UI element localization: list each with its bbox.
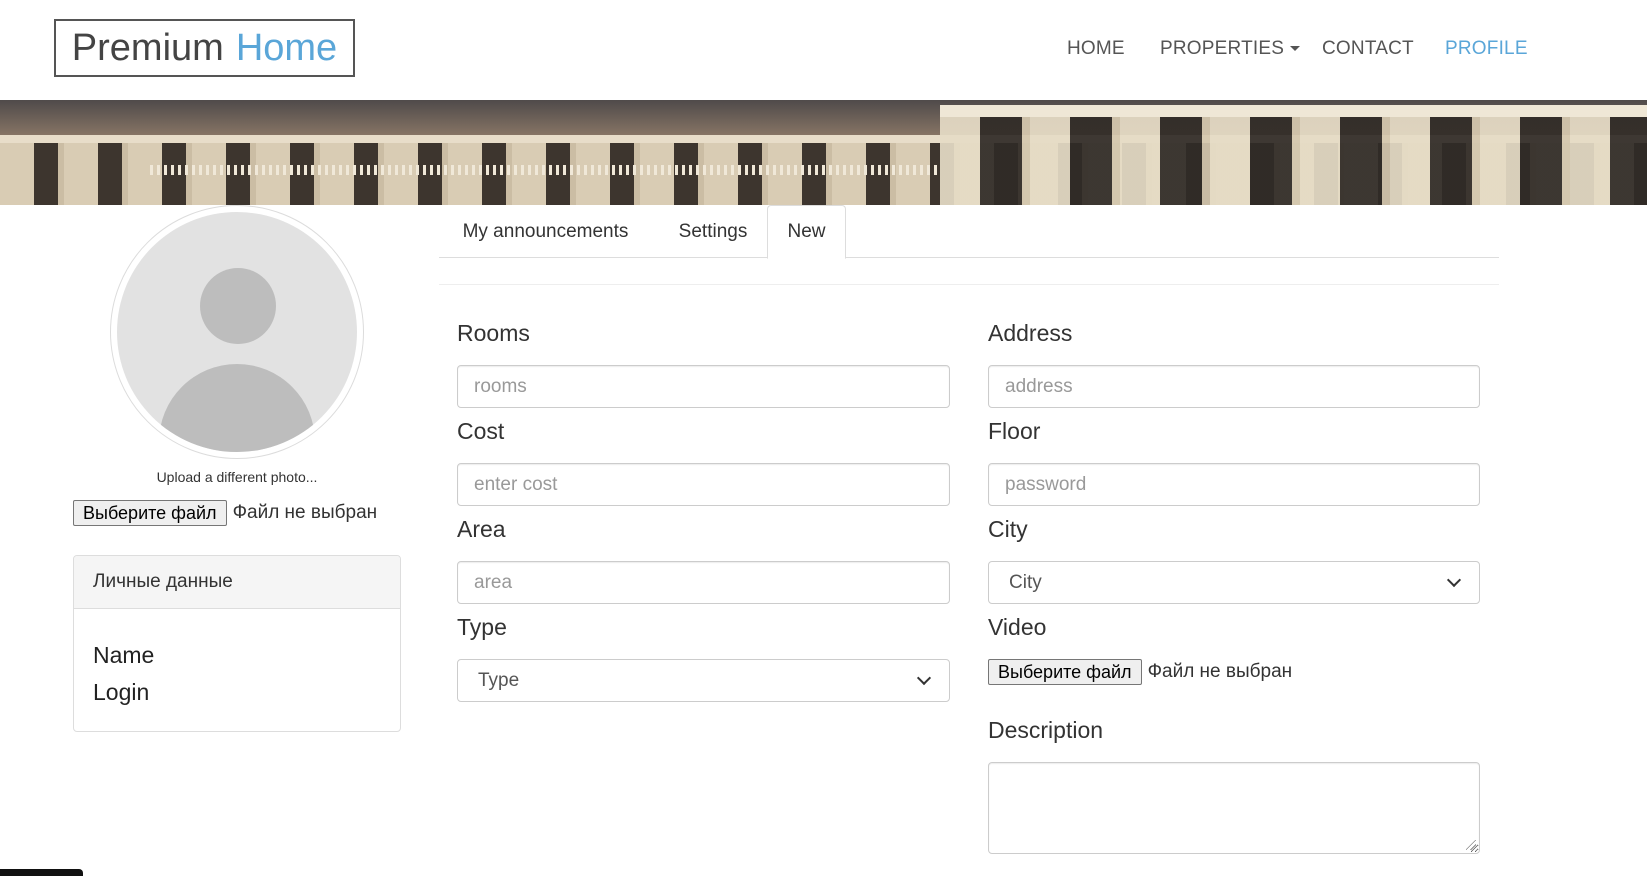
- tab-my-announcements[interactable]: My announcements: [439, 205, 652, 258]
- tab-new-label: New: [787, 221, 826, 242]
- tab-new[interactable]: New: [767, 205, 846, 259]
- chevron-down-icon: [916, 670, 932, 686]
- type-select-value: Type: [478, 669, 520, 691]
- address-input[interactable]: [988, 365, 1480, 408]
- chevron-down-icon: [1446, 572, 1462, 588]
- nav-contact-label: CONTACT: [1322, 38, 1414, 59]
- city-select[interactable]: City: [988, 561, 1480, 604]
- nav-contact[interactable]: CONTACT: [1322, 38, 1414, 60]
- personal-data-body: Name Login: [74, 609, 400, 711]
- type-label: Type: [457, 614, 507, 640]
- personal-data-title: Личные данные: [74, 556, 400, 609]
- user-silhouette-icon: [117, 212, 357, 452]
- personal-data-panel: Личные данные Name Login: [73, 555, 401, 732]
- video-choose-file-button[interactable]: Выберите файл: [988, 659, 1142, 685]
- video-file-status: Файл не выбран: [1147, 661, 1293, 682]
- main-nav: HOME PROPERTIES CONTACT PROFILE: [0, 38, 1647, 64]
- hero-banner-image: [0, 100, 1647, 205]
- tab-my-announcements-label: My announcements: [462, 220, 629, 242]
- cost-label: Cost: [457, 418, 505, 444]
- profile-avatar: [110, 205, 364, 459]
- banner-balustrade: [150, 165, 940, 175]
- nav-profile-label: PROFILE: [1445, 38, 1528, 59]
- nav-home-label: HOME: [1067, 38, 1125, 59]
- upload-photo-caption: Upload a different photo...: [156, 469, 318, 485]
- description-label: Description: [988, 717, 1104, 743]
- photo-choose-file-button[interactable]: Выберите файл: [73, 500, 227, 526]
- banner-facade-front: [940, 105, 1647, 205]
- avatar-head: [200, 268, 276, 344]
- cost-input[interactable]: [457, 463, 950, 506]
- banner-ledge: [940, 105, 1647, 117]
- area-label: Area: [457, 516, 506, 542]
- address-label: Address: [988, 320, 1073, 346]
- personal-data-name: Name: [93, 642, 155, 668]
- nav-home[interactable]: HOME: [1067, 38, 1125, 60]
- resize-grip-icon[interactable]: [1466, 840, 1476, 850]
- nav-profile[interactable]: PROFILE: [1445, 38, 1528, 60]
- form-divider: [439, 284, 1499, 285]
- corner-widget[interactable]: [0, 869, 83, 876]
- photo-file-status: Файл не выбран: [232, 502, 378, 523]
- personal-data-login: Login: [93, 679, 150, 705]
- photo-file-input: Выберите файл Файл не выбран: [73, 500, 377, 526]
- floor-input[interactable]: [988, 463, 1480, 506]
- city-select-value: City: [1009, 571, 1042, 593]
- tab-settings[interactable]: Settings: [652, 205, 774, 258]
- tab-settings-label: Settings: [678, 220, 748, 242]
- nav-properties[interactable]: PROPERTIES: [1160, 38, 1301, 60]
- caret-down-icon: [1290, 46, 1301, 52]
- rooms-label: Rooms: [457, 320, 530, 346]
- floor-label: Floor: [988, 418, 1041, 444]
- area-input[interactable]: [457, 561, 950, 604]
- video-label: Video: [988, 614, 1047, 640]
- nav-properties-label: PROPERTIES: [1160, 38, 1285, 59]
- city-label: City: [988, 516, 1028, 542]
- profile-tabs: My announcements Settings New: [439, 205, 1499, 259]
- rooms-input[interactable]: [457, 365, 950, 408]
- avatar-body: [159, 364, 315, 452]
- type-select[interactable]: Type: [457, 659, 950, 702]
- video-file-input: Выберите файл Файл не выбран: [988, 659, 1292, 685]
- description-textarea[interactable]: [988, 762, 1480, 854]
